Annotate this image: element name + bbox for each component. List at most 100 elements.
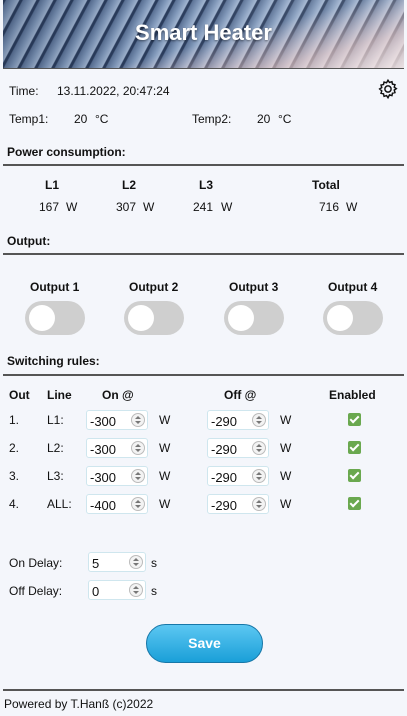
- rule-2-off-input[interactable]: -290: [207, 438, 269, 458]
- rule-2-out: 2.: [9, 441, 20, 455]
- power-label-l2: L2: [122, 178, 137, 192]
- on-delay-label: On Delay:: [9, 556, 63, 570]
- rule-2-enabled-checkbox[interactable]: [348, 441, 361, 454]
- footer-text: Powered by T.Hanß (c)2022: [4, 697, 154, 711]
- rule-1-on-input[interactable]: -300: [86, 410, 148, 430]
- power-unit-l3: W: [221, 200, 233, 214]
- power-value-l1: 167: [39, 200, 60, 214]
- output-1-toggle[interactable]: [25, 301, 85, 335]
- rule-2-on-unit: W: [159, 441, 171, 455]
- divider: [3, 689, 404, 691]
- spinner-arrows-icon[interactable]: [131, 413, 145, 427]
- output-2-toggle[interactable]: [124, 301, 184, 335]
- power-unit-total: W: [346, 200, 358, 214]
- power-label-total: Total: [312, 178, 340, 192]
- rule-2-line: L2:: [47, 441, 64, 455]
- toggle-knob: [228, 305, 254, 331]
- output-section-label: Output:: [7, 234, 51, 248]
- rule-3-on-unit: W: [159, 469, 171, 483]
- divider: [3, 164, 404, 166]
- toggle-knob: [327, 305, 353, 331]
- spinner-arrows-icon[interactable]: [131, 469, 145, 483]
- rule-1-out: 1.: [9, 413, 20, 427]
- spinner-arrows-icon[interactable]: [129, 583, 143, 597]
- on-delay-input[interactable]: 5: [88, 552, 146, 572]
- output-4-toggle[interactable]: [323, 301, 383, 335]
- rule-1-off-input[interactable]: -290: [207, 410, 269, 430]
- spinner-arrows-icon[interactable]: [131, 441, 145, 455]
- toggle-knob: [128, 305, 154, 331]
- rule-2-off-value: -290: [211, 442, 238, 457]
- power-label-l1: L1: [45, 178, 60, 192]
- power-unit-l1: W: [66, 200, 78, 214]
- rule-4-on-value: -400: [90, 498, 117, 513]
- rule-1-off-value: -290: [211, 414, 238, 429]
- rule-4-line: ALL:: [47, 497, 72, 511]
- gear-icon[interactable]: [377, 78, 399, 100]
- rule-4-on-input[interactable]: -400: [86, 494, 148, 514]
- header-banner: Smart Heater: [3, 0, 404, 69]
- output-4-label: Output 4: [328, 280, 378, 294]
- power-value-total: 716: [319, 200, 340, 214]
- rule-3-line: L3:: [47, 469, 64, 483]
- rule-1-on-unit: W: [159, 413, 171, 427]
- rules-header-on: On @: [102, 388, 134, 402]
- temp1-unit: °C: [95, 112, 109, 126]
- rule-1-off-unit: W: [280, 413, 292, 427]
- time-label: Time:: [9, 84, 39, 98]
- off-delay-label: Off Delay:: [9, 584, 63, 598]
- output-3-label: Output 3: [229, 280, 279, 294]
- power-value-l3: 241: [193, 200, 214, 214]
- rules-header-enabled: Enabled: [329, 388, 376, 402]
- off-delay-value: 0: [92, 584, 100, 599]
- spinner-arrows-icon[interactable]: [252, 497, 266, 511]
- rules-section-label: Switching rules:: [7, 354, 100, 368]
- spinner-arrows-icon[interactable]: [131, 497, 145, 511]
- temp2-label: Temp2:: [192, 112, 232, 126]
- time-value: 13.11.2022, 20:47:24: [57, 84, 170, 98]
- rule-2-on-input[interactable]: -300: [86, 438, 148, 458]
- temp2-value: 20: [257, 112, 271, 126]
- rule-3-enabled-checkbox[interactable]: [348, 469, 361, 482]
- rule-4-enabled-checkbox[interactable]: [348, 497, 361, 510]
- rules-header-out: Out: [9, 388, 30, 402]
- rule-4-off-unit: W: [280, 497, 292, 511]
- spinner-arrows-icon[interactable]: [252, 441, 266, 455]
- save-button[interactable]: Save: [146, 624, 263, 663]
- temp1-value: 20: [74, 112, 88, 126]
- toggle-knob: [29, 305, 55, 331]
- rule-3-off-input[interactable]: -290: [207, 466, 269, 486]
- rule-3-out: 3.: [9, 469, 20, 483]
- rules-header-line: Line: [47, 388, 72, 402]
- output-2-label: Output 2: [129, 280, 179, 294]
- rule-4-off-input[interactable]: -290: [207, 494, 269, 514]
- rule-4-off-value: -290: [211, 498, 238, 513]
- rule-1-line: L1:: [47, 413, 64, 427]
- temp2-unit: °C: [278, 112, 292, 126]
- power-label-l3: L3: [199, 178, 214, 192]
- off-delay-input[interactable]: 0: [88, 580, 146, 600]
- divider: [3, 374, 404, 376]
- rule-1-on-value: -300: [90, 414, 117, 429]
- power-section-label: Power consumption:: [7, 145, 126, 159]
- on-delay-unit: s: [151, 556, 157, 570]
- output-3-toggle[interactable]: [224, 301, 284, 335]
- power-value-l2: 307: [116, 200, 137, 214]
- rule-4-out: 4.: [9, 497, 20, 511]
- rule-3-on-input[interactable]: -300: [86, 466, 148, 486]
- rule-3-on-value: -300: [90, 470, 117, 485]
- app: Smart Heater Time: 13.11.2022, 20:47:24 …: [3, 0, 404, 716]
- rule-1-enabled-checkbox[interactable]: [348, 413, 361, 426]
- rule-4-on-unit: W: [159, 497, 171, 511]
- spinner-arrows-icon[interactable]: [252, 413, 266, 427]
- rule-3-off-unit: W: [280, 469, 292, 483]
- on-delay-value: 5: [92, 556, 100, 571]
- spinner-arrows-icon[interactable]: [129, 555, 143, 569]
- page-title: Smart Heater: [135, 20, 272, 45]
- rules-header-off: Off @: [224, 388, 257, 402]
- output-1-label: Output 1: [30, 280, 80, 294]
- divider: [3, 253, 404, 255]
- spinner-arrows-icon[interactable]: [252, 469, 266, 483]
- power-unit-l2: W: [143, 200, 155, 214]
- off-delay-unit: s: [151, 584, 157, 598]
